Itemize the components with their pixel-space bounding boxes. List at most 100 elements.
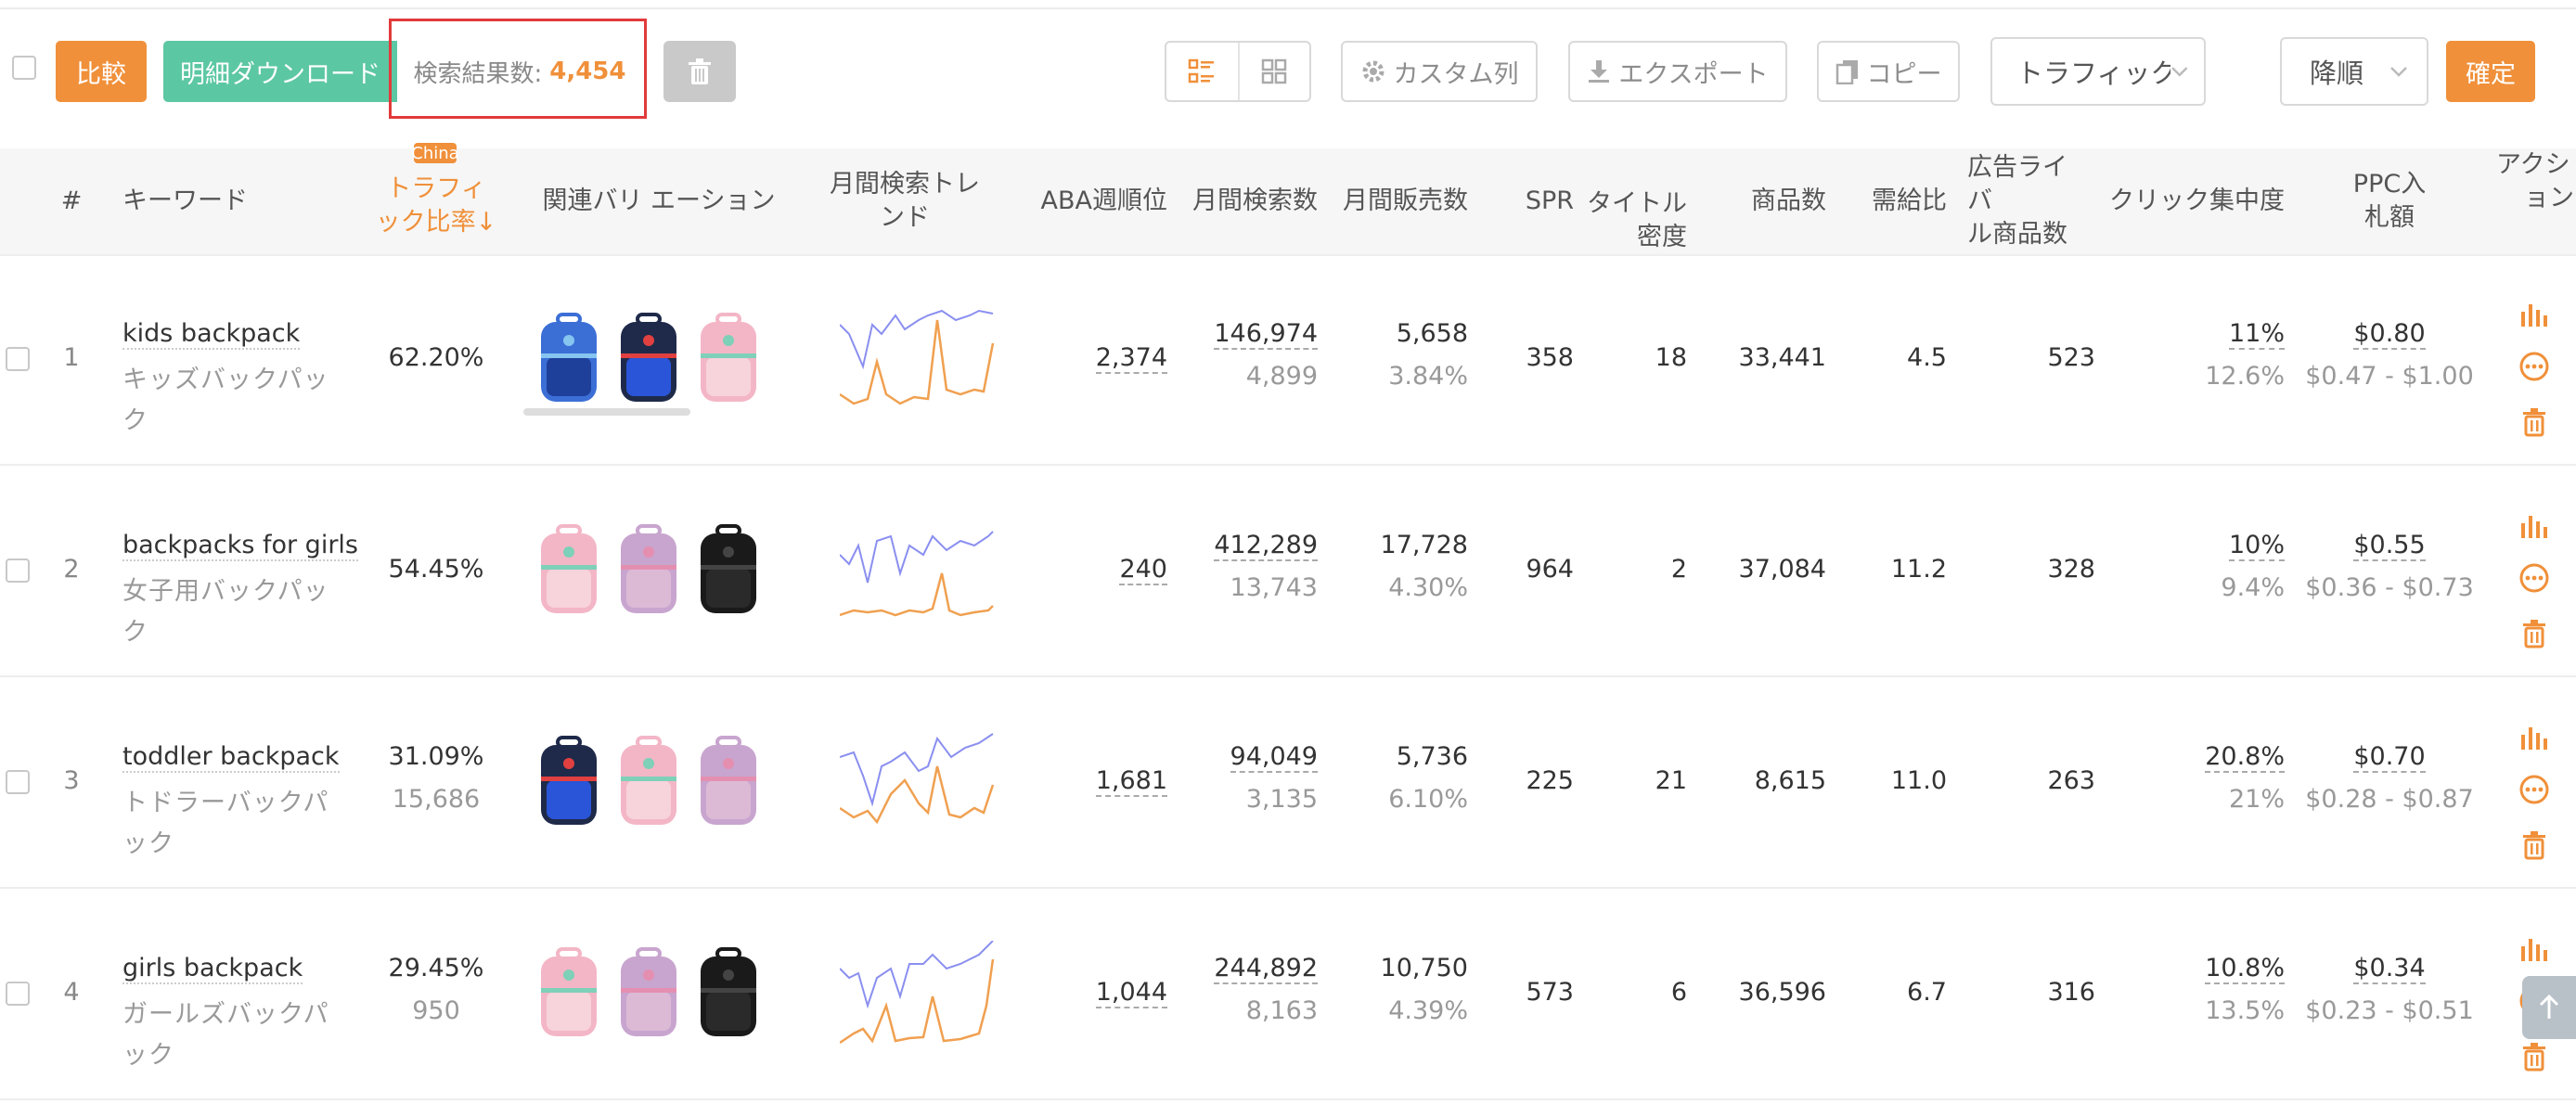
aba-rank: 2,374 <box>1021 343 1167 374</box>
monthly-search-value[interactable]: 146,974 <box>1214 319 1318 350</box>
monthly-trend-sparkline <box>839 306 998 417</box>
variation-scrollbar[interactable] <box>523 408 690 416</box>
table-row: 4 girls backpack ガールズバックパック 29.45% 950 1… <box>0 889 2576 1100</box>
spr-value: 964 <box>1526 555 1574 584</box>
keyword-link[interactable]: toddler backpack <box>122 742 340 773</box>
col-ad-rivals[interactable]: 広告ライバ ル商品数 <box>1967 148 2088 254</box>
confirm-button[interactable]: 確定 <box>2446 41 2535 102</box>
grid-view-button[interactable] <box>1240 43 1309 100</box>
click-concentration-sub: 12.6% <box>2205 362 2285 391</box>
row-checkbox[interactable] <box>6 982 30 1006</box>
scroll-to-top-button[interactable] <box>2522 976 2576 1039</box>
more-action-button[interactable] <box>2518 351 2550 382</box>
trash-icon <box>2523 1043 2545 1072</box>
row-checkbox[interactable] <box>6 558 30 583</box>
export-button[interactable]: エクスポート <box>1568 41 1787 102</box>
monthly-trend-sparkline <box>839 518 998 629</box>
top-divider <box>0 7 2576 9</box>
variation-thumbnail[interactable] <box>609 943 689 1045</box>
sort-field-select[interactable]: トラフィック比 <box>1990 37 2206 106</box>
ppc-bid-value[interactable]: $0.70 <box>2353 742 2426 773</box>
chart-action-button[interactable] <box>2518 508 2550 540</box>
ppc-bid-value[interactable]: $0.55 <box>2353 531 2426 561</box>
list-view-button[interactable] <box>1166 43 1240 100</box>
variation-thumbnail[interactable] <box>609 308 689 410</box>
col-traffic-ratio[interactable]: トラフィ ック比率↓ <box>367 148 506 254</box>
keyword-link[interactable]: backpacks for girls <box>122 531 358 561</box>
backpack-thumbnail-icon <box>621 524 676 613</box>
select-all-checkbox[interactable] <box>12 56 36 80</box>
keyword-link[interactable]: girls backpack <box>122 954 303 984</box>
variation-thumbnail[interactable] <box>609 731 689 833</box>
products-value: 36,596 <box>1738 978 1826 1007</box>
col-monthly-search[interactable]: 月間検索数 <box>1179 148 1318 254</box>
delete-action-button[interactable] <box>2518 829 2550 861</box>
aba-rank-value[interactable]: 1,044 <box>1095 978 1167 1008</box>
col-monthly-sales[interactable]: 月間販売数 <box>1327 148 1468 254</box>
sort-order-value: 降順 <box>2310 58 2364 89</box>
copy-icon <box>1835 60 1858 84</box>
ppc-bid-value[interactable]: $0.80 <box>2353 319 2426 350</box>
backpack-thumbnail-icon <box>701 313 756 402</box>
row-checkbox[interactable] <box>6 347 30 371</box>
click-concentration: 20.8% <box>2106 742 2285 773</box>
aba-rank-value[interactable]: 2,374 <box>1095 343 1167 374</box>
variation-thumbnail[interactable] <box>689 943 768 1045</box>
col-click-concentration[interactable]: クリック集中度 <box>2106 148 2285 254</box>
click-concentration-value[interactable]: 10% <box>2228 531 2285 561</box>
variation-thumbnail[interactable] <box>609 520 689 622</box>
row-checkbox[interactable] <box>6 770 30 794</box>
aba-rank: 240 <box>1021 555 1167 585</box>
aba-rank-value[interactable]: 240 <box>1119 555 1167 585</box>
compare-button[interactable]: 比較 <box>56 41 147 102</box>
delete-action-button[interactable] <box>2518 1041 2550 1072</box>
more-action-button[interactable] <box>2518 562 2550 594</box>
delete-button[interactable] <box>663 41 736 102</box>
supply-ratio-value: 6.7 <box>1907 978 1947 1007</box>
monthly-search-value[interactable]: 94,049 <box>1230 742 1318 773</box>
col-supply-ratio[interactable]: 需給比 <box>1847 148 1947 254</box>
gear-icon <box>1362 60 1384 83</box>
custom-column-button[interactable]: カスタム列 <box>1341 41 1538 102</box>
download-detail-button[interactable]: 明細ダウンロード <box>163 41 397 102</box>
aba-rank-value[interactable]: 1,681 <box>1095 766 1167 797</box>
delete-action-button[interactable] <box>2518 406 2550 438</box>
title-density-value: 18 <box>1655 343 1687 372</box>
chart-action-button[interactable] <box>2518 720 2550 751</box>
chart-action-button[interactable] <box>2518 297 2550 328</box>
ppc-bid-value[interactable]: $0.34 <box>2353 954 2426 984</box>
keyword-translation: キッズバックパック <box>122 366 329 435</box>
col-keyword[interactable]: キーワード <box>122 148 354 254</box>
delete-action-button[interactable] <box>2518 618 2550 649</box>
click-concentration-value[interactable]: 10.8% <box>2205 954 2285 984</box>
ppc-bid: $0.34 <box>2301 954 2478 984</box>
trash-icon <box>2523 408 2545 437</box>
chart-action-button[interactable] <box>2518 931 2550 963</box>
ppc-bid-range: $0.23 - $0.51 <box>2305 996 2474 1025</box>
table-row: 1 kids backpack キッズバックパック 62.20% 2,374 1… <box>0 254 2576 466</box>
variation-thumbnail[interactable] <box>529 520 609 622</box>
monthly-search-value[interactable]: 412,289 <box>1214 531 1318 561</box>
col-spr[interactable]: SPR <box>1503 148 1574 254</box>
sort-order-select[interactable]: 降順 <box>2280 37 2428 106</box>
copy-button[interactable]: コピー <box>1817 41 1960 102</box>
variation-thumbnail[interactable] <box>689 520 768 622</box>
col-products[interactable]: 商品数 <box>1707 148 1826 254</box>
col-title-density[interactable]: タイトル 密度 <box>1578 148 1687 254</box>
click-concentration-value[interactable]: 11% <box>2228 319 2285 350</box>
ppc-bid: $0.80 <box>2301 319 2478 350</box>
variation-thumbnail[interactable] <box>529 308 609 410</box>
more-action-button[interactable] <box>2518 774 2550 805</box>
variation-thumbnail[interactable] <box>689 731 768 833</box>
table-header: # キーワード トラフィ ック比率↓ 関連バリ エーション 月間検索トレ ンド … <box>0 148 2576 256</box>
click-concentration-value[interactable]: 20.8% <box>2205 742 2285 773</box>
variation-thumbnail[interactable] <box>529 731 609 833</box>
keyword-link[interactable]: kids backpack <box>122 319 301 350</box>
monthly-search-value[interactable]: 244,892 <box>1214 954 1318 984</box>
bar-chart-icon <box>2521 304 2547 327</box>
variation-thumbnail[interactable] <box>689 308 768 410</box>
col-aba-rank[interactable]: ABA週順位 <box>1021 148 1167 254</box>
list-view-icon <box>1189 58 1215 83</box>
col-ppc-bid[interactable]: PPC入 札額 <box>2301 148 2478 254</box>
variation-thumbnail[interactable] <box>529 943 609 1045</box>
